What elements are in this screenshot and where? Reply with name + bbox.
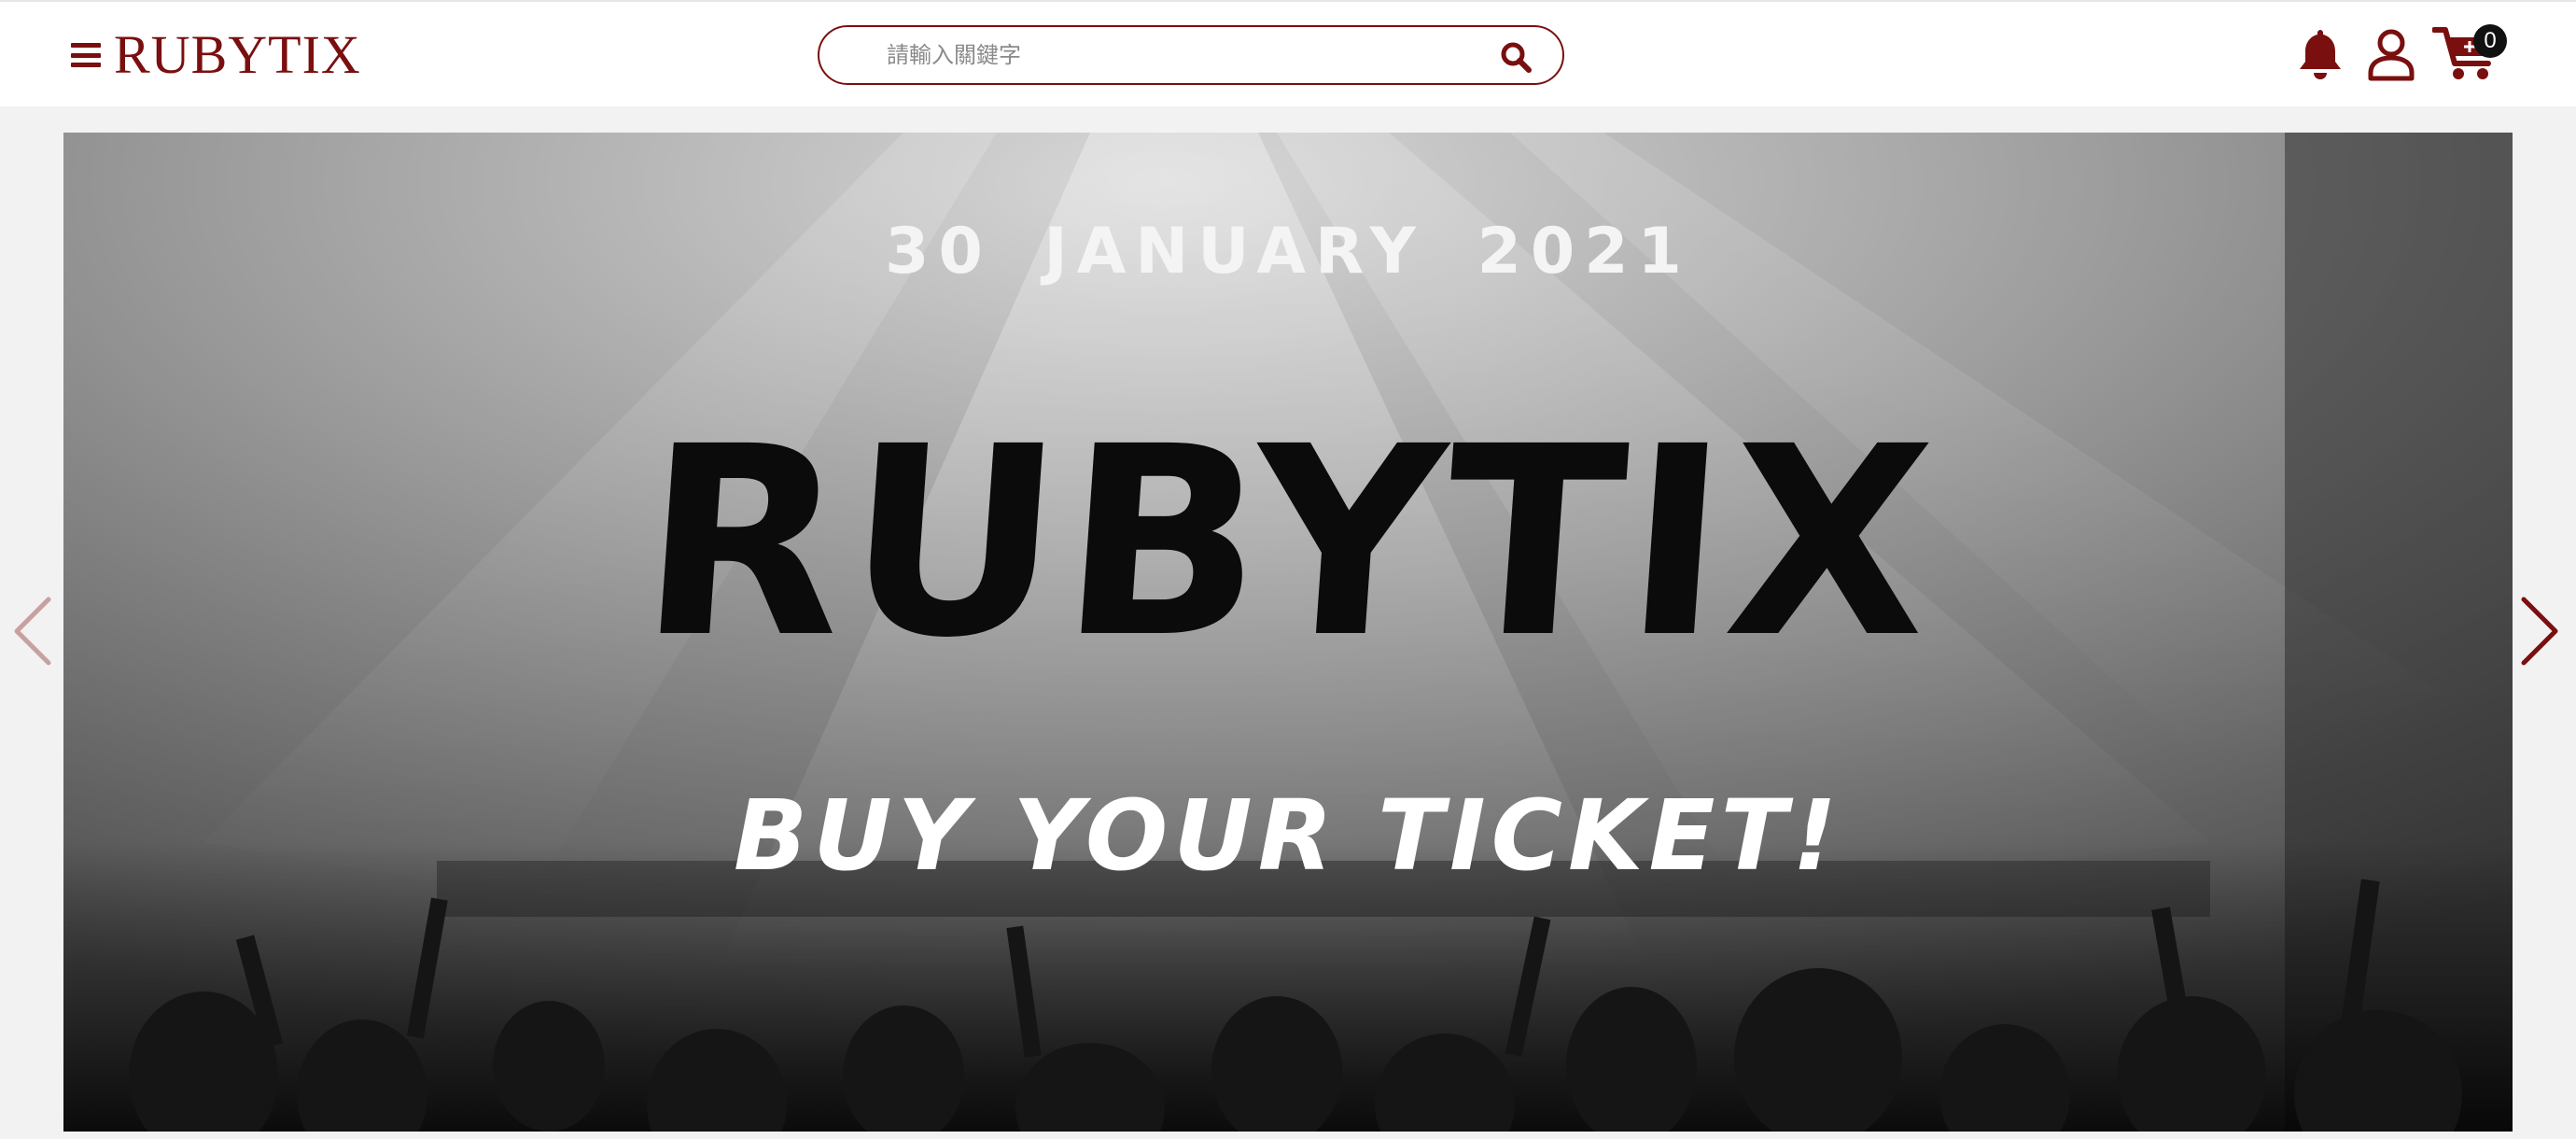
hero-carousel[interactable]: 30 JANUARY 2021 RUBYTIX BUY YOUR TICKET!: [63, 133, 2513, 1132]
brand-home-link[interactable]: RUBYTIX: [71, 22, 361, 88]
site-header: RUBYTIX 0: [0, 0, 2576, 106]
search-input[interactable]: [885, 35, 1445, 76]
carousel-next-arrow[interactable]: [2511, 594, 2567, 668]
search-icon: [1501, 42, 1532, 73]
search-bar: [818, 25, 1564, 85]
cart-count-badge: 0: [2473, 24, 2507, 58]
hero-cta: BUY YOUR TICKET!: [734, 779, 1842, 893]
hero-logo: RUBYTIX: [632, 391, 1944, 696]
logo-text: RUBYTIX: [114, 24, 361, 85]
carousel-prev-arrow[interactable]: [6, 594, 62, 668]
user-icon[interactable]: [2365, 26, 2417, 82]
hero-date: 30 JANUARY 2021: [885, 215, 1691, 288]
bell-icon[interactable]: [2294, 26, 2346, 82]
menu-icon[interactable]: [71, 43, 101, 67]
search-button[interactable]: [1499, 40, 1533, 74]
